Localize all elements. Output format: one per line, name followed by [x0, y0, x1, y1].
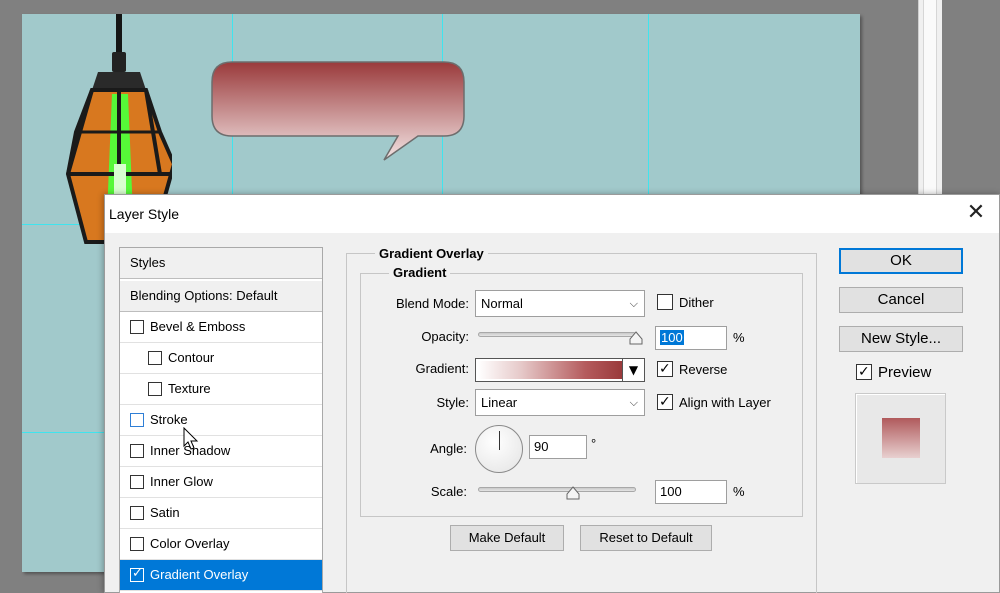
style-item-label: Satin	[150, 505, 180, 520]
scale-input[interactable]: 100	[655, 480, 727, 504]
preview-checkbox[interactable]: ✓	[856, 364, 872, 380]
bevel-emboss-checkbox[interactable]	[130, 320, 144, 334]
style-item-label: Color Overlay	[150, 536, 230, 551]
contour-checkbox[interactable]	[148, 351, 162, 365]
preview-swatch	[882, 418, 920, 458]
style-select[interactable]: Linear ⌵	[475, 389, 645, 416]
panel-scrollbar[interactable]	[918, 0, 942, 200]
preview-label: Preview	[878, 364, 932, 381]
blending-options-label: Blending Options: Default	[130, 288, 278, 303]
style-item-label: Stroke	[150, 412, 188, 427]
align-with-layer-checkbox[interactable]: ✓	[657, 394, 673, 410]
gradient-swatch[interactable]	[478, 361, 622, 379]
style-item-label: Bevel & Emboss	[150, 319, 246, 334]
reverse-label: Reverse	[679, 362, 728, 377]
opacity-slider-track[interactable]	[478, 332, 636, 337]
check-icon: ✓	[659, 394, 671, 410]
style-item-texture[interactable]: Texture	[120, 374, 322, 405]
style-value: Linear	[481, 395, 518, 410]
stroke-checkbox[interactable]	[130, 413, 144, 427]
style-item-inner-shadow[interactable]: Inner Shadow	[120, 436, 322, 467]
style-item-label: Texture	[168, 381, 211, 396]
blend-mode-select[interactable]: Normal ⌵	[475, 290, 645, 317]
dither-checkbox[interactable]	[657, 294, 673, 310]
blending-options-item[interactable]: Blending Options: Default	[120, 281, 322, 312]
check-icon: ✓	[858, 364, 870, 380]
chevron-down-icon[interactable]: ▼	[622, 359, 644, 381]
opacity-label: Opacity:	[421, 329, 469, 344]
style-item-bevel-emboss[interactable]: Bevel & Emboss	[120, 312, 322, 343]
ok-button[interactable]: OK	[839, 248, 963, 274]
align-with-layer-label: Align with Layer	[679, 395, 771, 410]
opacity-input[interactable]: 100	[655, 326, 727, 350]
opacity-unit: %	[733, 330, 745, 345]
group-title: Gradient	[389, 265, 451, 280]
style-item-inner-glow[interactable]: Inner Glow	[120, 467, 322, 498]
check-icon: ✓	[659, 361, 671, 377]
angle-value: 90	[534, 439, 549, 454]
scale-label: Scale:	[430, 484, 467, 499]
styles-header-label: Styles	[130, 255, 166, 270]
title-bar[interactable]: Layer Style ✕	[105, 195, 999, 233]
texture-checkbox[interactable]	[148, 382, 162, 396]
chevron-down-icon: ⌵	[629, 297, 638, 310]
blend-mode-label: Blend Mode:	[396, 296, 469, 311]
gradient-label: Gradient:	[415, 361, 469, 376]
styles-list: Styles Blending Options: Default Bevel &…	[119, 247, 323, 593]
angle-label: Angle:	[430, 441, 467, 456]
make-default-button[interactable]: Make Default	[450, 525, 564, 551]
color-overlay-checkbox[interactable]	[130, 537, 144, 551]
new-style-button[interactable]: New Style...	[839, 326, 963, 352]
arrow-cursor-icon	[183, 427, 199, 450]
style-label: Style:	[436, 395, 469, 410]
section-title: Gradient Overlay	[375, 246, 488, 261]
inner-glow-checkbox[interactable]	[130, 475, 144, 489]
style-item-color-overlay[interactable]: Color Overlay	[120, 529, 322, 560]
speech-bubble-shape[interactable]	[208, 60, 468, 170]
angle-input[interactable]: 90	[529, 435, 587, 459]
gradient-picker[interactable]: ▼	[475, 358, 645, 382]
blend-mode-value: Normal	[481, 296, 523, 311]
style-item-stroke[interactable]: Stroke	[120, 405, 322, 436]
reverse-checkbox[interactable]: ✓	[657, 361, 673, 377]
style-item-label: Gradient Overlay	[150, 567, 249, 582]
style-item-contour[interactable]: Contour	[120, 343, 322, 374]
preview-thumbnail	[855, 393, 946, 484]
angle-unit: °	[591, 436, 597, 451]
layer-style-dialog: Layer Style ✕ Styles Blending Options: D…	[104, 194, 1000, 593]
scale-unit: %	[733, 484, 745, 499]
opacity-value: 100	[660, 330, 684, 345]
style-item-label: Inner Glow	[150, 474, 213, 489]
angle-needle	[499, 431, 500, 450]
dialog-title: Layer Style	[109, 206, 180, 222]
styles-header[interactable]: Styles	[120, 248, 322, 279]
scale-value: 100	[660, 484, 682, 499]
check-icon: ✓	[132, 566, 143, 581]
gradient-overlay-checkbox[interactable]: ✓	[130, 566, 144, 582]
style-item-gradient-overlay[interactable]: ✓ Gradient Overlay	[120, 560, 322, 591]
satin-checkbox[interactable]	[130, 506, 144, 520]
chevron-down-icon: ⌵	[629, 396, 638, 409]
cancel-button[interactable]: Cancel	[839, 287, 963, 313]
angle-dial[interactable]	[475, 425, 523, 473]
dither-label: Dither	[679, 295, 714, 310]
close-icon[interactable]: ✕	[961, 199, 991, 227]
opacity-slider-thumb[interactable]	[629, 331, 643, 345]
scale-slider-track[interactable]	[478, 487, 636, 492]
inner-shadow-checkbox[interactable]	[130, 444, 144, 458]
reset-to-default-button[interactable]: Reset to Default	[580, 525, 712, 551]
scale-slider-thumb[interactable]	[566, 486, 580, 500]
style-item-satin[interactable]: Satin	[120, 498, 322, 529]
style-item-label: Contour	[168, 350, 215, 365]
